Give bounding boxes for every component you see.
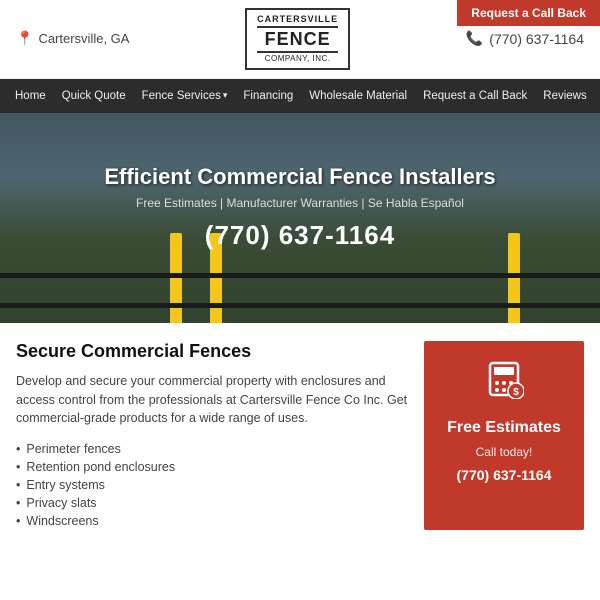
sidebar-title: Free Estimates xyxy=(447,419,561,437)
calculator-icon: $ xyxy=(484,359,524,407)
hero-phone[interactable]: (770) 637-1164 xyxy=(104,220,495,251)
sidebar-card: $ Free Estimates Call today! (770) 637-1… xyxy=(424,341,584,530)
logo-title: CARTERSVILLE xyxy=(257,14,338,25)
phone-area[interactable]: 📞 (770) 637-1164 xyxy=(466,30,584,47)
nav-about[interactable]: About xyxy=(596,79,600,113)
nav-financing[interactable]: Financing xyxy=(236,79,300,113)
location-icon: 📍 xyxy=(16,30,33,47)
header-phone: (770) 637-1164 xyxy=(489,31,584,47)
list-item: Perimeter fences xyxy=(16,440,408,458)
section-heading: Secure Commercial Fences xyxy=(16,341,408,362)
logo-box: CARTERSVILLE FENCE COMPANY, INC. xyxy=(245,8,350,70)
nav-home[interactable]: Home xyxy=(8,79,53,113)
logo-main: FENCE xyxy=(257,26,338,54)
hero-section: for(let i=0; i<600; i+=16) { document.cu… xyxy=(0,113,600,323)
request-callback-button[interactable]: Request a Call Back xyxy=(457,0,600,26)
location-text: Cartersville, GA xyxy=(38,31,129,46)
hero-content: Efficient Commercial Fence Installers Fr… xyxy=(104,164,495,271)
list-item: Entry systems xyxy=(16,476,408,494)
nav-request-callback[interactable]: Request a Call Back xyxy=(416,79,534,113)
logo-sub: COMPANY, INC. xyxy=(257,54,338,64)
list-item: Retention pond enclosures xyxy=(16,458,408,476)
nav-quick-quote[interactable]: Quick Quote xyxy=(55,79,133,113)
features-list: Perimeter fences Retention pond enclosur… xyxy=(16,440,408,530)
list-item: Windscreens xyxy=(16,512,408,530)
svg-text:$: $ xyxy=(513,387,519,398)
phone-icon: 📞 xyxy=(466,30,483,47)
main-content: Secure Commercial Fences Develop and sec… xyxy=(0,323,600,548)
estimate-icon-svg: $ xyxy=(484,359,524,399)
chevron-down-icon: ▾ xyxy=(223,90,228,101)
sidebar-phone[interactable]: (770) 637-1164 xyxy=(457,467,552,483)
nav-wholesale[interactable]: Wholesale Material xyxy=(302,79,414,113)
location-area: 📍 Cartersville, GA xyxy=(16,30,129,47)
hero-title: Efficient Commercial Fence Installers xyxy=(104,164,495,190)
sidebar-subtitle: Call today! xyxy=(476,445,533,459)
list-item: Privacy slats xyxy=(16,494,408,512)
logo[interactable]: CARTERSVILLE FENCE COMPANY, INC. xyxy=(245,8,350,70)
nav-fence-services[interactable]: Fence Services ▾ xyxy=(135,79,235,113)
navigation: Home Quick Quote Fence Services ▾ Financ… xyxy=(0,79,600,113)
main-left: Secure Commercial Fences Develop and sec… xyxy=(16,341,408,530)
section-description: Develop and secure your commercial prope… xyxy=(16,372,408,428)
hero-subtitle: Free Estimates | Manufacturer Warranties… xyxy=(104,196,495,210)
nav-reviews[interactable]: Reviews xyxy=(536,79,593,113)
